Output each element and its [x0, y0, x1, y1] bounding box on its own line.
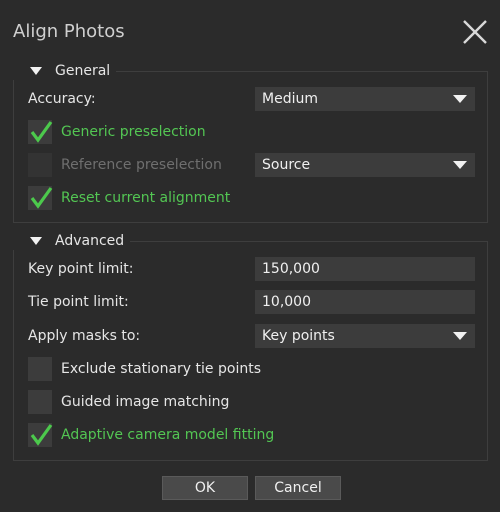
- guided-matching-label: Guided image matching: [61, 394, 230, 410]
- reset-alignment-label: Reset current alignment: [61, 190, 231, 206]
- cancel-button[interactable]: Cancel: [255, 476, 341, 500]
- reset-alignment-checkbox[interactable]: [28, 186, 53, 210]
- general-group-header[interactable]: General: [13, 62, 117, 80]
- dropdown-arrow-icon: [453, 332, 467, 340]
- advanced-group-header[interactable]: Advanced: [13, 232, 131, 250]
- tie-point-limit-label: Tie point limit:: [28, 294, 129, 310]
- dropdown-arrow-icon: [453, 95, 467, 103]
- exclude-stationary-checkbox[interactable]: [28, 357, 52, 381]
- general-header-label: General: [55, 63, 111, 79]
- reference-source-value: Source: [262, 157, 311, 173]
- guided-matching-checkbox[interactable]: [28, 390, 52, 414]
- reference-preselection-checkbox: [28, 153, 52, 177]
- ok-button[interactable]: OK: [162, 476, 248, 500]
- window-title: Align Photos: [13, 21, 125, 42]
- apply-masks-label: Apply masks to:: [28, 328, 141, 344]
- key-point-limit-value: 150,000: [262, 261, 320, 277]
- advanced-header-label: Advanced: [55, 233, 125, 249]
- apply-masks-select[interactable]: Key points: [255, 324, 475, 348]
- reference-preselection-label: Reference preselection: [61, 157, 222, 173]
- adaptive-fitting-label: Adaptive camera model fitting: [61, 427, 275, 443]
- tie-point-limit-value: 10,000: [262, 294, 311, 310]
- triangle-down-icon: [30, 237, 42, 245]
- accuracy-label: Accuracy:: [28, 91, 96, 107]
- triangle-down-icon: [30, 67, 42, 75]
- tie-point-limit-input[interactable]: 10,000: [255, 290, 475, 314]
- key-point-limit-label: Key point limit:: [28, 261, 134, 277]
- checkmark-icon: [30, 121, 53, 143]
- generic-preselection-label: Generic preselection: [61, 124, 206, 140]
- exclude-stationary-label: Exclude stationary tie points: [61, 361, 261, 377]
- close-button[interactable]: [461, 18, 489, 46]
- title-bar: Align Photos: [0, 0, 500, 62]
- checkmark-icon: [30, 424, 53, 446]
- dropdown-arrow-icon: [453, 161, 467, 169]
- checkmark-icon: [30, 187, 53, 209]
- key-point-limit-input[interactable]: 150,000: [255, 257, 475, 281]
- reference-source-select[interactable]: Source: [255, 153, 475, 177]
- accuracy-select-value: Medium: [262, 91, 318, 107]
- apply-masks-value: Key points: [262, 328, 335, 344]
- close-icon: [463, 20, 487, 44]
- adaptive-fitting-checkbox[interactable]: [28, 423, 53, 447]
- accuracy-select[interactable]: Medium: [255, 87, 475, 111]
- generic-preselection-checkbox[interactable]: [28, 120, 53, 144]
